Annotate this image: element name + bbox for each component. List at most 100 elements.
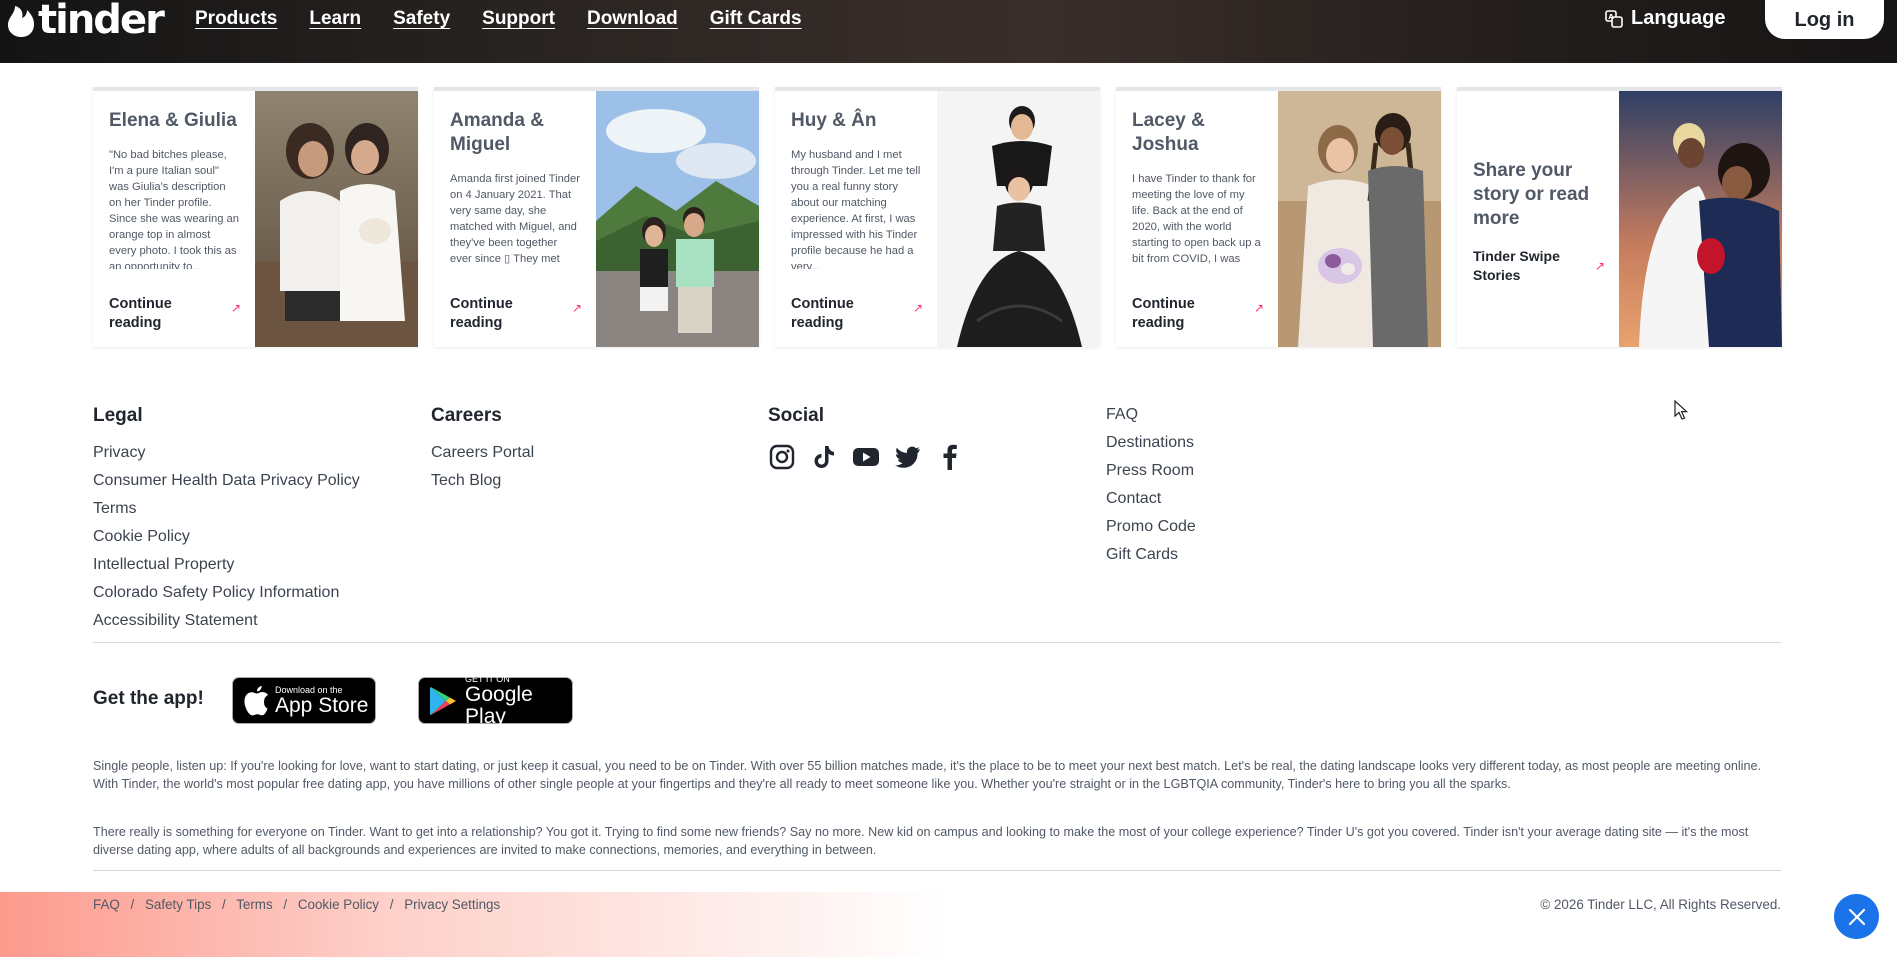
google-play-button[interactable]: GET IT ON Google Play (418, 673, 573, 727)
footer-legal-column: Legal Privacy Consumer Health Data Priva… (93, 405, 360, 639)
story-title: Huy & Ân (791, 110, 877, 131)
twitter-icon[interactable] (894, 443, 922, 471)
footer-social-column: Social (768, 405, 964, 471)
close-icon (1848, 908, 1865, 925)
footer-link-promo-code[interactable]: Promo Code (1106, 517, 1196, 545)
continue-reading-link[interactable]: Continue reading (1132, 295, 1222, 333)
app-store-big-text: App Store (275, 693, 369, 717)
footer-misc-column: FAQ Destinations Press Room Contact Prom… (1106, 405, 1196, 573)
nav-safety[interactable]: Safety (393, 8, 450, 30)
flame-icon (8, 6, 34, 37)
nav-download[interactable]: Download (587, 8, 678, 30)
copyright-text: © 2026 Tinder LLC, All Rights Reserved. (1540, 897, 1781, 912)
share-title: Share your story or read more (1473, 160, 1590, 229)
social-heading: Social (768, 405, 824, 426)
story-photo (937, 91, 1100, 347)
continue-reading-link[interactable]: Continue reading (450, 295, 540, 333)
get-app-label: Get the app! (93, 688, 204, 709)
story-excerpt: I have Tinder to thank for meeting the l… (1132, 173, 1261, 265)
footer-link-press-room[interactable]: Press Room (1106, 461, 1196, 489)
arrow-up-right-icon: ↗ (230, 301, 241, 315)
mouse-cursor-icon (1674, 400, 1688, 420)
separator: / (283, 897, 288, 912)
google-play-big-text: Google Play (465, 682, 533, 728)
footer-link-contact[interactable]: Contact (1106, 489, 1196, 517)
story-card[interactable]: Elena & Giulia "No bad bitches please, I… (93, 87, 418, 347)
share-story-card[interactable]: Share your story or read more Tinder Swi… (1457, 87, 1782, 347)
swipe-stories-link[interactable]: Tinder Swipe Stories (1473, 247, 1603, 285)
footer-link-careers-portal[interactable]: Careers Portal (431, 443, 534, 471)
story-excerpt: "No bad bitches please, I'm a pure Itali… (109, 149, 239, 269)
close-button[interactable] (1834, 894, 1879, 939)
success-stories: Elena & Giulia "No bad bitches please, I… (93, 87, 1782, 347)
story-card[interactable]: Amanda & Miguel Amanda first joined Tind… (434, 87, 759, 347)
story-photo (1619, 91, 1782, 347)
story-title: Elena & Giulia (109, 110, 237, 131)
bottom-links: FAQ / Safety Tips / Terms / Cookie Polic… (93, 897, 500, 912)
nav-products[interactable]: Products (195, 8, 277, 30)
story-title: Lacey & Joshua (1132, 110, 1205, 155)
story-card[interactable]: Lacey & Joshua I have Tinder to thank fo… (1116, 87, 1441, 347)
bottom-divider (93, 870, 1781, 871)
story-title: Amanda & Miguel (450, 110, 544, 155)
footer-link-faq[interactable]: FAQ (1106, 405, 1196, 433)
main-nav: Products Learn Safety Support Download G… (195, 8, 834, 30)
apple-icon (244, 685, 268, 715)
tinder-logo[interactable]: tinder (6, 0, 165, 43)
bottom-link-cookie-policy[interactable]: Cookie Policy (298, 897, 379, 912)
footer-careers-column: Careers Careers Portal Tech Blog (431, 405, 534, 499)
careers-heading: Careers (431, 405, 502, 426)
language-label: Language (1631, 7, 1726, 29)
seo-paragraph: Single people, listen up: If you're look… (93, 759, 1761, 791)
arrow-up-right-icon: ↗ (571, 301, 582, 315)
arrow-up-right-icon: ↗ (1594, 259, 1605, 273)
story-excerpt: My husband and I met through Tinder. Let… (791, 149, 921, 269)
svg-text:A: A (1608, 13, 1614, 21)
facebook-icon[interactable] (936, 443, 964, 471)
story-excerpt: Amanda first joined Tinder on 4 January … (450, 173, 580, 265)
app-store-button[interactable]: Download on the App Store (232, 677, 376, 724)
footer-link-colorado-safety[interactable]: Colorado Safety Policy Information (93, 583, 360, 611)
continue-reading-link[interactable]: Continue reading (109, 295, 199, 333)
language-selector[interactable]: A Language (1605, 7, 1725, 30)
instagram-icon[interactable] (768, 443, 796, 471)
arrow-up-right-icon: ↗ (912, 301, 923, 315)
nav-gift-cards[interactable]: Gift Cards (710, 8, 802, 30)
separator: / (130, 897, 135, 912)
story-photo (255, 91, 418, 347)
footer-link-gift-cards[interactable]: Gift Cards (1106, 545, 1196, 573)
bottom-link-safety-tips[interactable]: Safety Tips (145, 897, 211, 912)
google-play-icon (429, 686, 456, 715)
translate-icon: A (1605, 9, 1623, 28)
nav-learn[interactable]: Learn (309, 8, 361, 30)
footer-link-consumer-health[interactable]: Consumer Health Data Privacy Policy (93, 471, 360, 499)
tiktok-icon[interactable] (810, 443, 838, 471)
nav-support[interactable]: Support (482, 8, 555, 30)
footer-link-tech-blog[interactable]: Tech Blog (431, 471, 534, 499)
separator: / (389, 897, 394, 912)
bottom-link-privacy-settings[interactable]: Privacy Settings (404, 897, 500, 912)
story-photo (1278, 91, 1441, 347)
footer-link-privacy[interactable]: Privacy (93, 443, 360, 471)
google-play-small-text: GET IT ON (465, 673, 510, 684)
footer-link-cookie-policy[interactable]: Cookie Policy (93, 527, 360, 555)
logo-wordmark: tinder (38, 0, 165, 43)
separator: / (221, 897, 226, 912)
bottom-link-faq[interactable]: FAQ (93, 897, 120, 912)
seo-paragraph: There really is something for everyone o… (93, 825, 1749, 857)
legal-heading: Legal (93, 405, 143, 426)
footer-divider (93, 642, 1781, 643)
arrow-up-right-icon: ↗ (1253, 301, 1264, 315)
continue-reading-link[interactable]: Continue reading (791, 295, 881, 333)
footer-link-destinations[interactable]: Destinations (1106, 433, 1196, 461)
story-card[interactable]: Huy & Ân My husband and I met through Ti… (775, 87, 1100, 347)
social-icons (768, 443, 964, 471)
app-store-small-text: Download on the (275, 684, 343, 695)
story-photo (596, 91, 759, 347)
footer-link-accessibility[interactable]: Accessibility Statement (93, 611, 360, 639)
login-button[interactable]: Log in (1765, 0, 1884, 39)
footer-link-terms[interactable]: Terms (93, 499, 360, 527)
bottom-link-terms[interactable]: Terms (236, 897, 272, 912)
youtube-icon[interactable] (852, 443, 880, 471)
footer-link-intellectual-property[interactable]: Intellectual Property (93, 555, 360, 583)
